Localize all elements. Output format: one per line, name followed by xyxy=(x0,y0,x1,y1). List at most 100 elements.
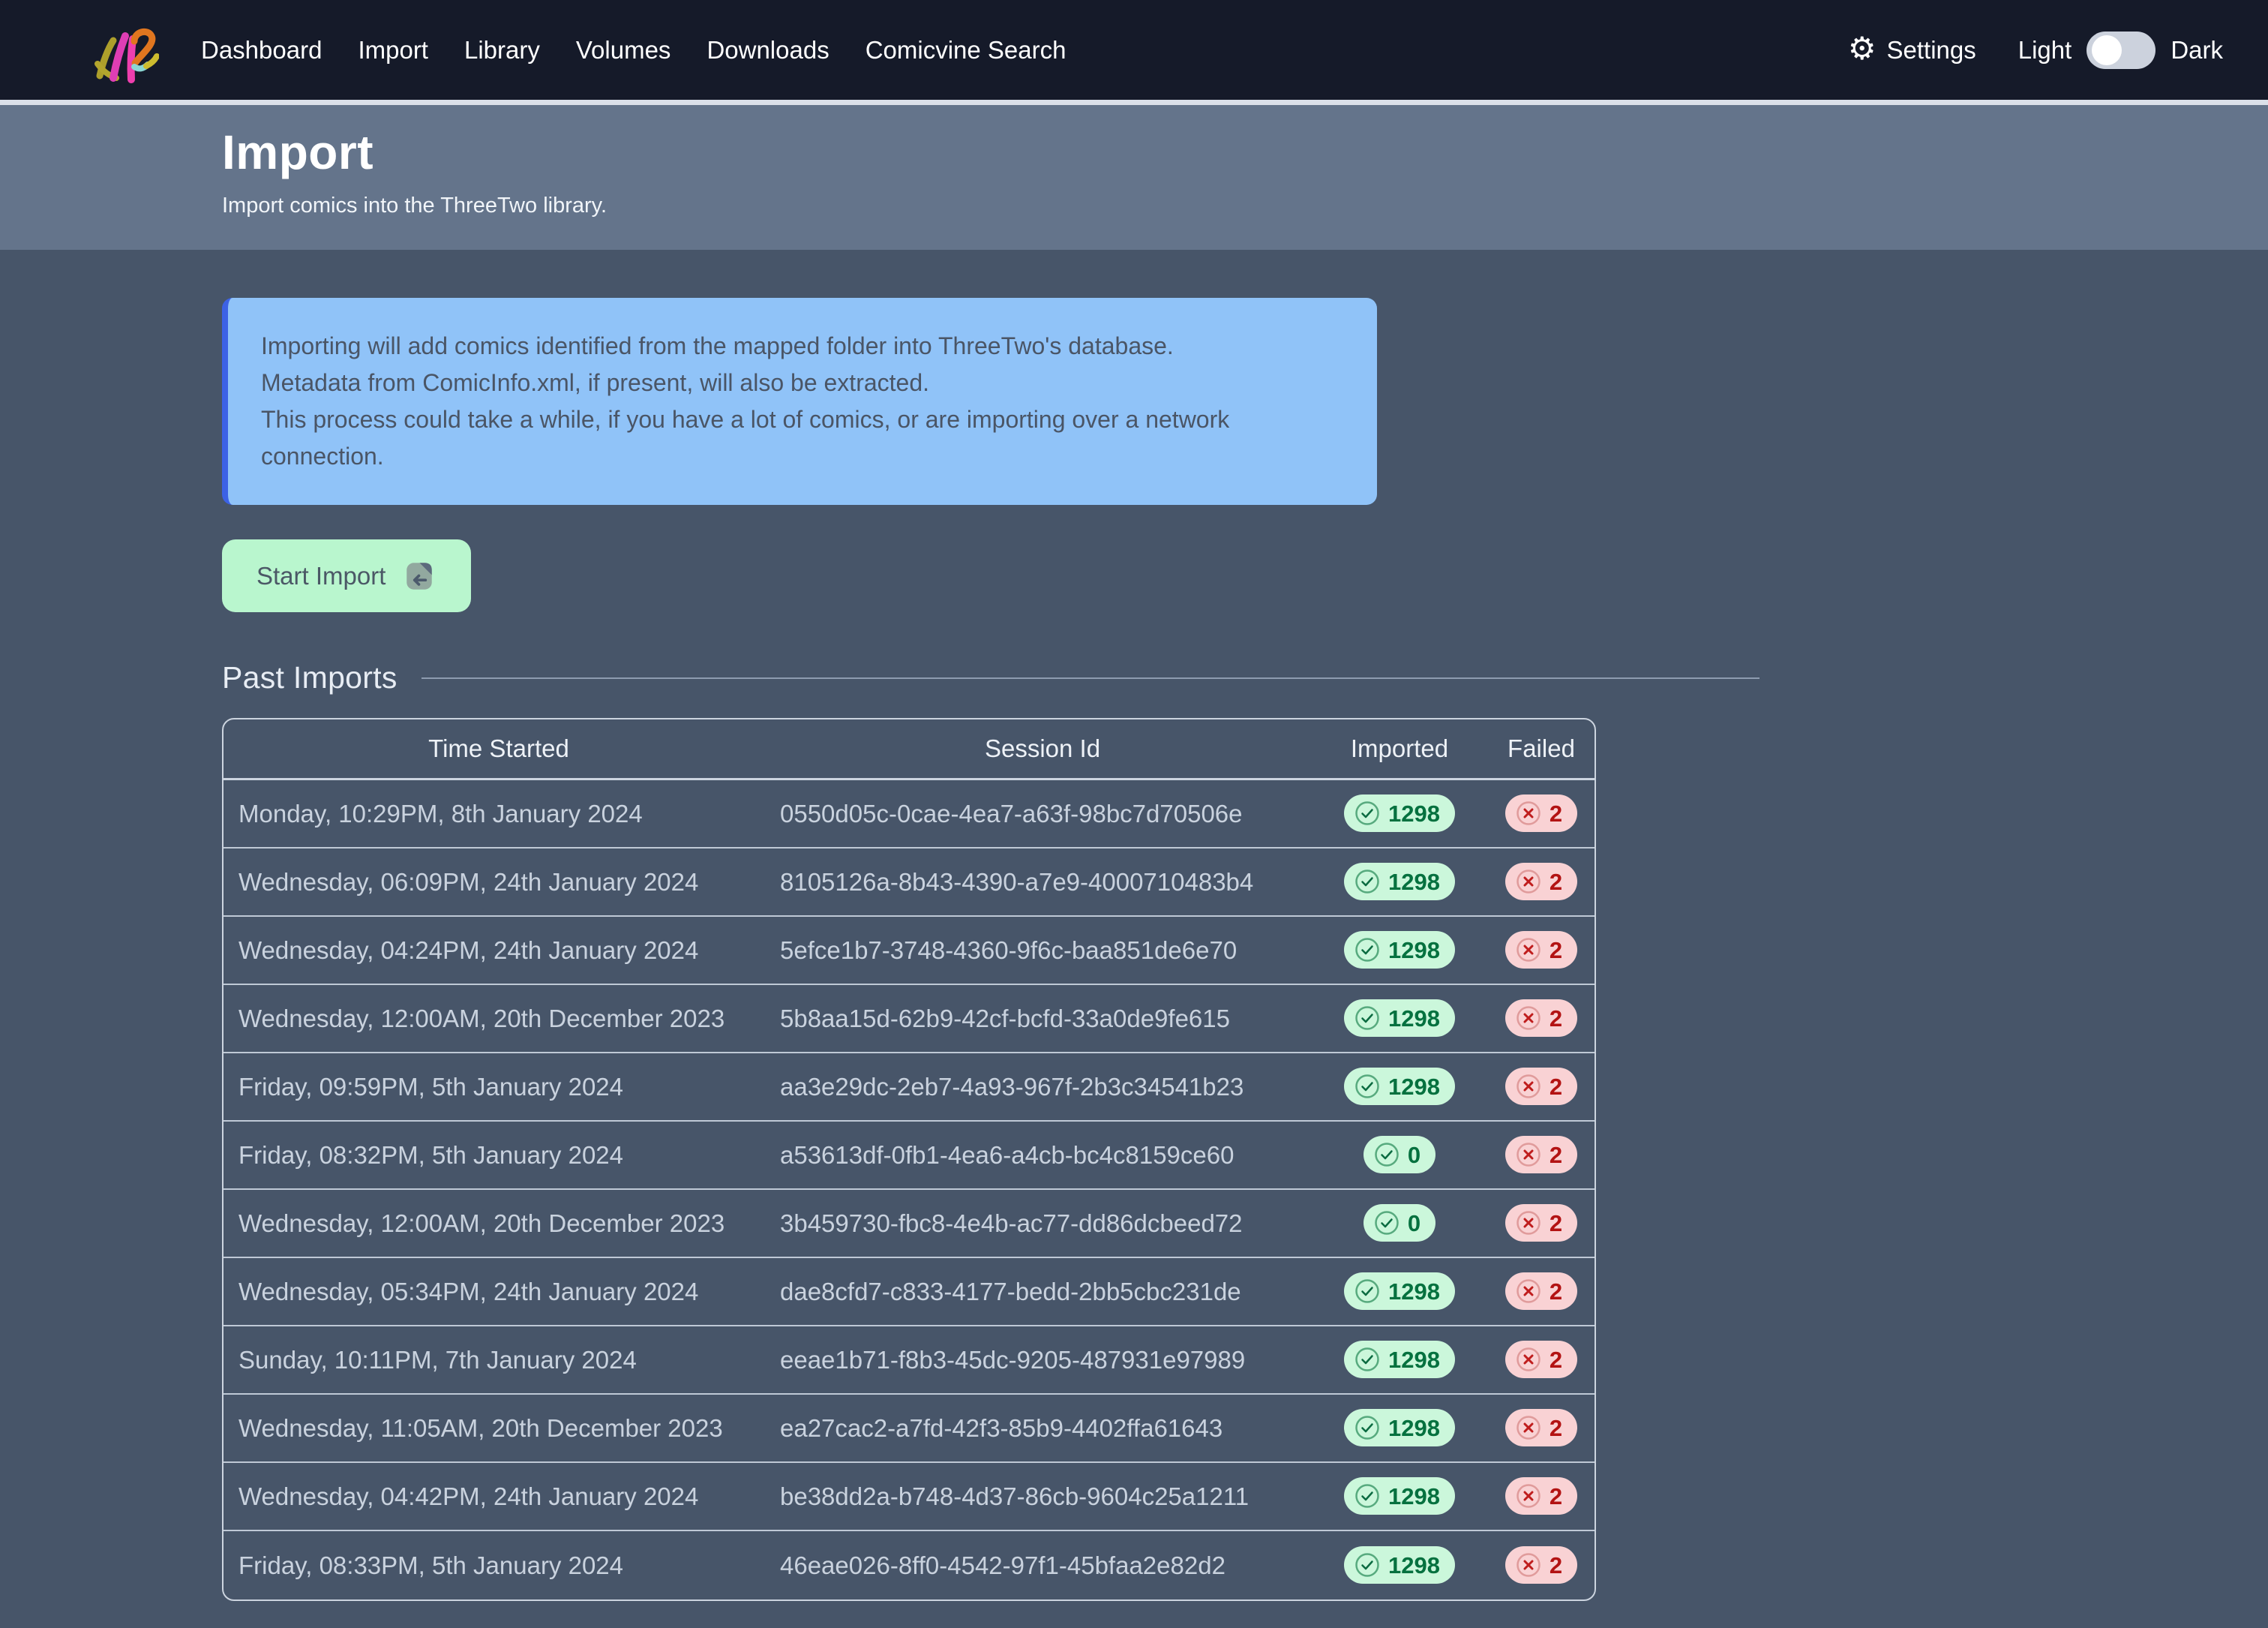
imported-count: 1298 xyxy=(1388,939,1440,962)
nav-item-downloads[interactable]: Downloads xyxy=(706,36,829,65)
imported-badge: 1298 xyxy=(1344,1477,1455,1515)
check-circle-icon xyxy=(1354,1414,1381,1441)
check-circle-icon xyxy=(1354,800,1381,827)
col-time-started: Time Started xyxy=(224,719,774,780)
nav-item-dashboard[interactable]: Dashboard xyxy=(201,36,322,65)
settings-label: Settings xyxy=(1887,36,1976,65)
past-imports-heading: Past Imports xyxy=(222,660,398,695)
imported-count: 1298 xyxy=(1388,1554,1440,1577)
time-started-cell: Wednesday, 12:00AM, 20th December 2023 xyxy=(224,1190,774,1258)
table-row: Friday, 08:33PM, 5th January 2024 46eae0… xyxy=(224,1531,1594,1599)
table-row: Wednesday, 04:42PM, 24th January 2024 be… xyxy=(224,1463,1594,1531)
time-started-cell: Wednesday, 04:42PM, 24th January 2024 xyxy=(224,1463,774,1531)
imported-badge: 1298 xyxy=(1344,999,1455,1037)
session-id-cell: 5efce1b7-3748-4360-9f6c-baa851de6e70 xyxy=(774,917,1311,985)
settings-button[interactable]: ⚙ Settings xyxy=(1848,35,1976,66)
table-row: Wednesday, 04:24PM, 24th January 2024 5e… xyxy=(224,917,1594,985)
x-circle-icon xyxy=(1515,1073,1542,1100)
x-circle-icon xyxy=(1515,1005,1542,1032)
theme-light-label: Light xyxy=(2018,36,2072,65)
time-started-cell: Friday, 08:33PM, 5th January 2024 xyxy=(224,1531,774,1599)
past-imports-table-body: Monday, 10:29PM, 8th January 2024 0550d0… xyxy=(224,780,1594,1599)
x-circle-icon xyxy=(1515,936,1542,963)
threetwo-logo[interactable] xyxy=(90,16,159,85)
imported-count: 1298 xyxy=(1388,1416,1440,1440)
import-info-box: Importing will add comics identified fro… xyxy=(222,298,1377,505)
table-row: Sunday, 10:11PM, 7th January 2024 eeae1b… xyxy=(224,1326,1594,1395)
imported-count: 1298 xyxy=(1388,870,1440,894)
col-session-id: Session Id xyxy=(774,719,1311,780)
imported-badge: 0 xyxy=(1364,1204,1436,1242)
table-row: Wednesday, 05:34PM, 24th January 2024 da… xyxy=(224,1258,1594,1326)
session-id-cell: 8105126a-8b43-4390-a7e9-4000710483b4 xyxy=(774,849,1311,917)
theme-toggle[interactable] xyxy=(2086,32,2156,69)
failed-count: 2 xyxy=(1550,1348,1562,1371)
nav-item-import[interactable]: Import xyxy=(358,36,428,65)
imported-badge: 0 xyxy=(1364,1136,1436,1173)
time-started-cell: Wednesday, 06:09PM, 24th January 2024 xyxy=(224,849,774,917)
failed-badge: 2 xyxy=(1505,863,1577,900)
failed-badge: 2 xyxy=(1505,794,1577,832)
imported-badge: 1298 xyxy=(1344,1341,1455,1378)
imported-badge: 1298 xyxy=(1344,1546,1455,1584)
session-id-cell: 0550d05c-0cae-4ea7-a63f-98bc7d70506e xyxy=(774,780,1311,849)
check-circle-icon xyxy=(1354,1005,1381,1032)
imported-count: 0 xyxy=(1408,1143,1420,1167)
past-imports-section-header: Past Imports xyxy=(222,660,1760,695)
check-circle-icon xyxy=(1354,1346,1381,1373)
table-row: Wednesday, 06:09PM, 24th January 2024 81… xyxy=(224,849,1594,917)
session-id-cell: a53613df-0fb1-4ea6-a4cb-bc4c8159ce60 xyxy=(774,1122,1311,1190)
table-row: Friday, 09:59PM, 5th January 2024 aa3e29… xyxy=(224,1053,1594,1122)
x-circle-icon xyxy=(1515,1346,1542,1373)
imported-badge: 1298 xyxy=(1344,794,1455,832)
imported-badge: 1298 xyxy=(1344,931,1455,969)
failed-badge: 2 xyxy=(1505,1409,1577,1446)
check-circle-icon xyxy=(1373,1209,1400,1236)
page-title: Import xyxy=(222,125,2268,180)
x-circle-icon xyxy=(1515,1278,1542,1305)
time-started-cell: Sunday, 10:11PM, 7th January 2024 xyxy=(224,1326,774,1395)
nav-item-library[interactable]: Library xyxy=(464,36,540,65)
info-box-line: Metadata from ComicInfo.xml, if present,… xyxy=(261,365,1344,401)
failed-count: 2 xyxy=(1550,870,1562,894)
start-import-label: Start Import xyxy=(256,562,386,590)
time-started-cell: Monday, 10:29PM, 8th January 2024 xyxy=(224,780,774,849)
check-circle-icon xyxy=(1373,1141,1400,1168)
imported-count: 1298 xyxy=(1388,1075,1440,1098)
info-box-line: This process could take a while, if you … xyxy=(261,401,1344,475)
time-started-cell: Wednesday, 04:24PM, 24th January 2024 xyxy=(224,917,774,985)
check-circle-icon xyxy=(1354,1551,1381,1578)
imported-badge: 1298 xyxy=(1344,1068,1455,1105)
x-circle-icon xyxy=(1515,868,1542,895)
session-id-cell: 46eae026-8ff0-4542-97f1-45bfaa2e82d2 xyxy=(774,1531,1311,1599)
imported-count: 1298 xyxy=(1388,1280,1440,1303)
table-row: Wednesday, 12:00AM, 20th December 2023 5… xyxy=(224,985,1594,1053)
failed-count: 2 xyxy=(1550,939,1562,962)
failed-badge: 2 xyxy=(1505,1477,1577,1515)
failed-badge: 2 xyxy=(1505,1068,1577,1105)
col-failed: Failed xyxy=(1488,719,1594,780)
page-header: Import Import comics into the ThreeTwo l… xyxy=(0,105,2268,250)
failed-count: 2 xyxy=(1550,1075,1562,1098)
failed-badge: 2 xyxy=(1505,1136,1577,1173)
time-started-cell: Wednesday, 12:00AM, 20th December 2023 xyxy=(224,985,774,1053)
session-id-cell: be38dd2a-b748-4d37-86cb-9604c25a1211 xyxy=(774,1463,1311,1531)
imported-count: 1298 xyxy=(1388,1007,1440,1030)
table-row: Friday, 08:32PM, 5th January 2024 a53613… xyxy=(224,1122,1594,1190)
start-import-button[interactable]: Start Import xyxy=(222,539,471,612)
nav-menu: Dashboard Import Library Volumes Downloads Co… xyxy=(201,36,1066,65)
x-circle-icon xyxy=(1515,800,1542,827)
x-circle-icon xyxy=(1515,1209,1542,1236)
nav-item-volumes[interactable]: Volumes xyxy=(576,36,671,65)
failed-badge: 2 xyxy=(1505,999,1577,1037)
nav-right: ⚙ Settings Light Dark xyxy=(1848,32,2223,69)
check-circle-icon xyxy=(1354,1278,1381,1305)
session-id-cell: aa3e29dc-2eb7-4a93-967f-2b3c34541b23 xyxy=(774,1053,1311,1122)
check-circle-icon xyxy=(1354,936,1381,963)
theme-dark-label: Dark xyxy=(2170,36,2223,65)
table-row: Wednesday, 12:00AM, 20th December 2023 3… xyxy=(224,1190,1594,1258)
imported-count: 0 xyxy=(1408,1212,1420,1235)
table-row: Wednesday, 11:05AM, 20th December 2023 e… xyxy=(224,1395,1594,1463)
nav-item-comicvine-search[interactable]: Comicvine Search xyxy=(866,36,1066,65)
theme-toggle-knob xyxy=(2092,35,2122,65)
